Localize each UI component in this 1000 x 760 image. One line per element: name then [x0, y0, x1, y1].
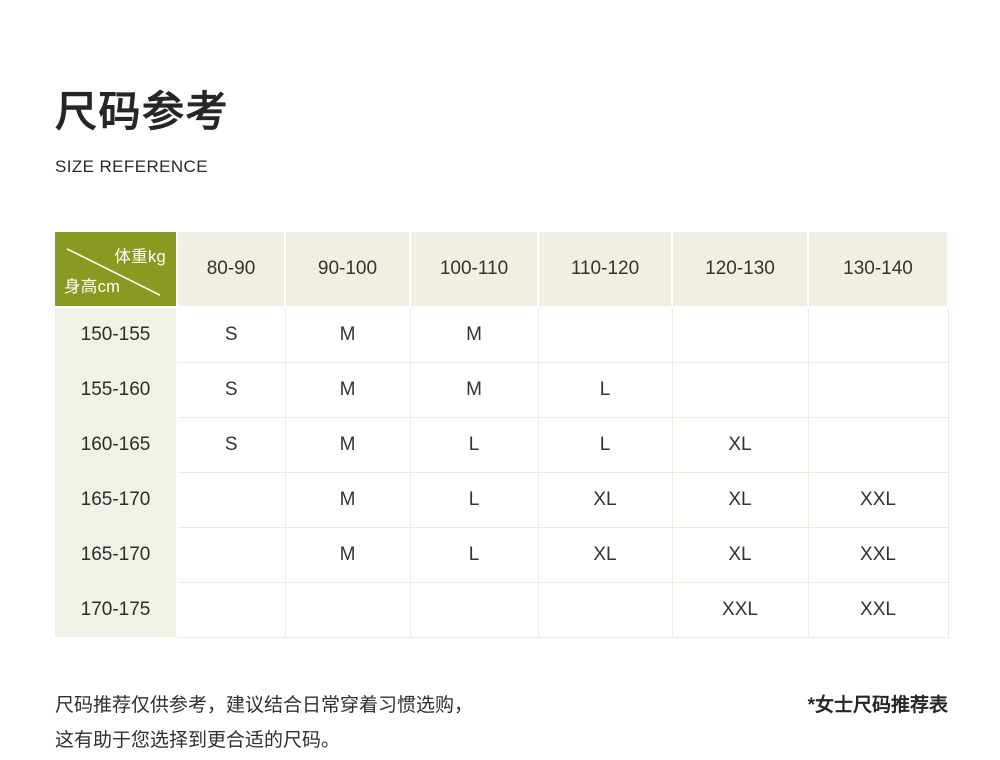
size-cell: XL	[672, 417, 808, 472]
col-header-weight: 80-90	[177, 232, 285, 307]
size-cell: L	[538, 417, 672, 472]
col-header-weight: 130-140	[808, 232, 948, 307]
size-cell	[538, 582, 672, 637]
size-cell: M	[285, 307, 410, 362]
size-cell: XL	[672, 527, 808, 582]
row-header-height: 170-175	[55, 582, 177, 637]
row-header-height: 150-155	[55, 307, 177, 362]
size-chart-table: 体重kg 身高cm 80-90 90-100 100-110 110-120 1…	[55, 232, 949, 638]
size-cell: XXL	[808, 472, 948, 527]
table-row: 170-175 XXL XXL	[55, 582, 948, 637]
col-header-weight: 120-130	[672, 232, 808, 307]
size-cell: M	[285, 417, 410, 472]
col-header-weight: 110-120	[538, 232, 672, 307]
size-cell: M	[285, 527, 410, 582]
size-cell: XXL	[672, 582, 808, 637]
table-row: 155-160 S M M L	[55, 362, 948, 417]
size-cell	[410, 582, 538, 637]
size-cell: XXL	[808, 527, 948, 582]
size-cell: S	[177, 307, 285, 362]
size-cell: M	[285, 362, 410, 417]
header-row: 体重kg 身高cm 80-90 90-100 100-110 110-120 1…	[55, 232, 948, 307]
size-cell: XL	[672, 472, 808, 527]
row-header-height: 155-160	[55, 362, 177, 417]
size-cell	[177, 472, 285, 527]
size-cell: L	[410, 527, 538, 582]
size-cell	[808, 417, 948, 472]
size-cell	[672, 362, 808, 417]
size-cell	[672, 307, 808, 362]
size-cell: L	[410, 472, 538, 527]
size-cell	[808, 362, 948, 417]
size-cell	[808, 307, 948, 362]
footer: 尺码推荐仅供参考，建议结合日常穿着习惯选购， 这有助于您选择到更合适的尺码。 *…	[55, 688, 948, 758]
size-reference-section: 尺码参考 SIZE REFERENCE 体重kg 身高cm 80-90	[0, 0, 1000, 758]
size-cell: L	[410, 417, 538, 472]
size-cell: XXL	[808, 582, 948, 637]
size-cell: XL	[538, 472, 672, 527]
size-chart-header: 体重kg 身高cm 80-90 90-100 100-110 110-120 1…	[55, 232, 948, 307]
table-row: 165-170 M L XL XL XXL	[55, 472, 948, 527]
height-axis-label: 身高cm	[64, 273, 120, 297]
size-cell	[538, 307, 672, 362]
size-note-line1: 尺码推荐仅供参考，建议结合日常穿着习惯选购，	[55, 688, 473, 723]
size-cell: S	[177, 362, 285, 417]
size-cell: S	[177, 417, 285, 472]
col-header-weight: 90-100	[285, 232, 410, 307]
chart-type-label: *女士尺码推荐表	[808, 688, 948, 723]
page-subtitle: SIZE REFERENCE	[55, 157, 948, 177]
size-cell: M	[410, 307, 538, 362]
size-cell	[285, 582, 410, 637]
row-header-height: 165-170	[55, 472, 177, 527]
row-header-height: 165-170	[55, 527, 177, 582]
size-cell	[177, 582, 285, 637]
size-note: 尺码推荐仅供参考，建议结合日常穿着习惯选购， 这有助于您选择到更合适的尺码。	[55, 688, 473, 758]
table-row: 160-165 S M L L XL	[55, 417, 948, 472]
size-note-line2: 这有助于您选择到更合适的尺码。	[55, 723, 473, 758]
row-header-height: 160-165	[55, 417, 177, 472]
col-header-weight: 100-110	[410, 232, 538, 307]
size-cell: M	[410, 362, 538, 417]
table-row: 165-170 M L XL XL XXL	[55, 527, 948, 582]
size-chart-body: 150-155 S M M 155-160 S M M L 160-165 S	[55, 307, 948, 637]
corner-cell: 体重kg 身高cm	[55, 232, 177, 307]
size-cell: L	[538, 362, 672, 417]
size-cell: XL	[538, 527, 672, 582]
table-row: 150-155 S M M	[55, 307, 948, 362]
size-cell: M	[285, 472, 410, 527]
size-cell	[177, 527, 285, 582]
page-title: 尺码参考	[55, 88, 948, 136]
weight-axis-label: 体重kg	[114, 243, 166, 267]
